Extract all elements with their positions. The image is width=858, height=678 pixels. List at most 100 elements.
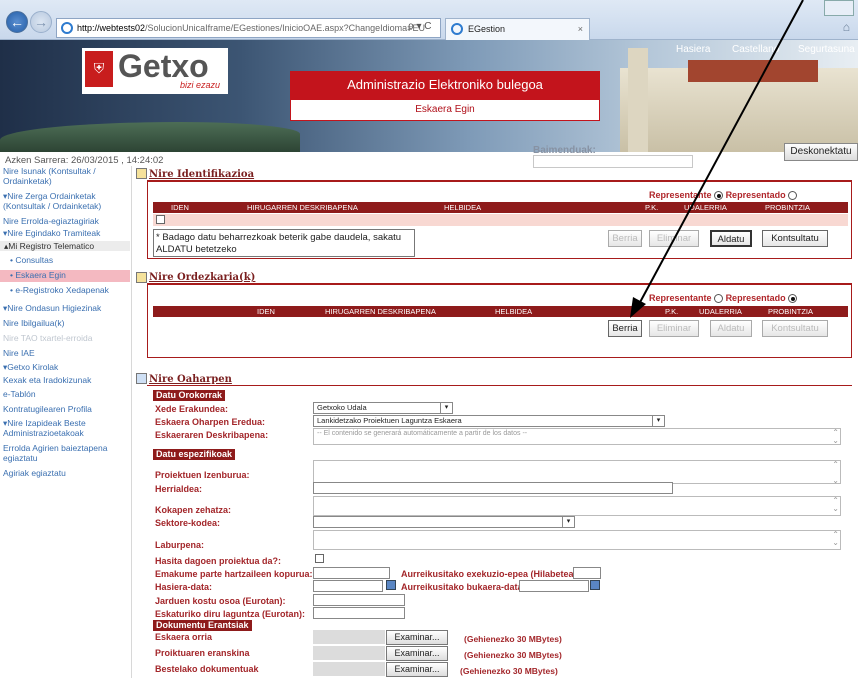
identification-eliminar-button[interactable]: Eliminar (649, 230, 699, 247)
col-hirugarren-2: HIRUGARREN DESKRIBAPENA (325, 307, 436, 316)
sidebar-item-agiriak[interactable]: Agiriak egiaztatu (3, 468, 129, 478)
getxo-logo[interactable]: ⛨ Getxo bizi ezazu (82, 48, 228, 94)
exec-label: Aurreikusitako exekuzio-epea (Hilabeteak… (401, 569, 585, 579)
nav-hasiera[interactable]: Hasiera (676, 44, 710, 55)
sidebar-item-ibilgailua[interactable]: Nire Ibilgailua(k) (3, 318, 129, 328)
project-title-textarea[interactable]: ⌃ ⌄ (313, 460, 841, 485)
identification-rep-options: Representante Representado (649, 190, 798, 201)
sidebar-item-errolda-agiriak[interactable]: Errolda Agirien baieztapena egiaztatu (3, 443, 129, 463)
address-bar[interactable]: http://webtests02/SolucionUnicaIframe/EG… (56, 18, 441, 38)
sidebar-item-registro[interactable]: ▴Mi Registro Telematico (0, 241, 130, 251)
sidebar-item-consultas[interactable]: • Consultas (10, 255, 136, 265)
banner-roof (688, 60, 818, 82)
sidebar-item-tramiteak[interactable]: ▾Nire Egindako Tramiteak (3, 228, 129, 238)
col-udalerria-2: UDALERRIA (699, 307, 742, 316)
project-title-label: Proiektuen Izenburua: (155, 470, 250, 480)
model-select[interactable]: Lankidetzako Proiektuen Laguntza Eskaera… (313, 415, 665, 427)
forward-button[interactable]: → (30, 11, 52, 33)
nav-castellano[interactable]: Castellano (732, 44, 779, 55)
herrialdea-input[interactable] (313, 482, 673, 494)
doc-browse-button-2[interactable]: Examinar... (386, 646, 448, 661)
home-icon[interactable]: ⌂ (843, 20, 850, 34)
tab-title: EGestion (468, 24, 506, 34)
identification-kontsultatu-button[interactable]: Kontsultatu (762, 230, 828, 247)
bukaera-label: Aurreikusitako bukaera-data: (401, 582, 526, 592)
doc-note-2: (Gehienezko 30 MBytes) (464, 650, 562, 660)
representative-berria-button[interactable]: Berria (608, 320, 642, 337)
representado-radio[interactable] (788, 191, 798, 201)
page-subtitle: Eskaera Egin (290, 99, 600, 121)
col-udalerria: UDALERRIA (684, 203, 727, 212)
hasiera-label: Hasiera-data: (155, 582, 213, 592)
specific-data-head: Datu espezifikoak (153, 449, 236, 460)
doc-browse-button-3[interactable]: Examinar... (386, 662, 448, 677)
sidebar-divider (131, 166, 132, 678)
sidebar-item-tao[interactable]: Nire TAO txartel-erroida (3, 333, 129, 343)
scroll-arrows-icon[interactable]: ⌃ ⌄ (832, 497, 839, 513)
doc-file-field-2[interactable] (313, 646, 385, 660)
col-probintzia-2: PROBINTZIA (768, 307, 814, 316)
nav-segurtasuna[interactable]: Segurtasuna (798, 44, 855, 55)
representado-radio-2[interactable] (788, 294, 798, 304)
sidebar-item-errolda[interactable]: Nire Errolda-egiaztagiriak (3, 216, 129, 226)
eskatutako-input[interactable] (313, 607, 405, 619)
banner-hill (0, 122, 300, 152)
representative-rep-options: Representante Representado (649, 293, 798, 304)
sidebar-item-iae[interactable]: Nire IAE (3, 348, 129, 358)
representative-eliminar-button[interactable]: Eliminar (649, 320, 699, 337)
sidebar-item-xedapenak[interactable]: • e-Registroko Xedapenak (10, 285, 136, 295)
sektore-select[interactable]: ▾ (313, 516, 575, 528)
logo-tagline: bizi ezazu (180, 80, 221, 90)
sidebar-item-izapideak[interactable]: ▾Nire Izapideak Beste Administrazioetako… (3, 418, 129, 438)
emakume-input[interactable] (313, 567, 390, 579)
calendar-icon[interactable] (386, 580, 396, 590)
doc-file-field-1[interactable] (313, 630, 385, 644)
jarduen-input[interactable] (313, 594, 405, 606)
sidebar-item-kontratugile[interactable]: Kontratugilearen Profila (3, 404, 129, 414)
tab-close-icon[interactable]: × (578, 19, 583, 39)
disconnect-button[interactable]: Deskonektatu (784, 143, 858, 161)
shield-icon: ⛨ (85, 51, 113, 87)
address-controls[interactable]: ρ ▾ C (408, 18, 432, 36)
identification-row-checkbox[interactable] (156, 215, 165, 224)
kokapen-textarea[interactable]: ⌃ ⌄ (313, 496, 841, 516)
scroll-arrows-icon[interactable]: ⌃ ⌄ (832, 531, 839, 547)
hasiera-input[interactable] (313, 580, 383, 592)
identification-row[interactable] (153, 214, 848, 226)
receiving-select[interactable]: Getxoko Udala ▾ (313, 402, 453, 414)
sidebar: Nire Isunak (Kontsultak / Ordainketak) ▾… (0, 166, 130, 678)
browser-tab[interactable]: EGestion × (445, 18, 590, 40)
description-textarea[interactable]: -- El contenido se generará automáticame… (313, 428, 841, 445)
back-button[interactable]: ← (6, 11, 28, 33)
bukaera-input[interactable] (519, 580, 589, 592)
calendar-icon[interactable] (590, 580, 600, 590)
receiving-value: Getxoko Udala (317, 403, 367, 412)
kokapen-label: Kokapen zehatza: (155, 505, 232, 515)
sidebar-item-zerga[interactable]: ▾Nire Zerga Ordainketak (Kontsultak / Or… (3, 191, 129, 211)
doc-file-field-3[interactable] (313, 662, 385, 676)
documents-head: Dokumentu Erantsiak (153, 620, 252, 631)
hasita-checkbox[interactable] (315, 554, 324, 563)
sektore-label: Sektore-kodea: (155, 518, 221, 528)
sidebar-item-isunak[interactable]: Nire Isunak (Kontsultak / Ordainketak) (3, 166, 129, 186)
laburpena-textarea[interactable]: ⌃ ⌄ (313, 530, 841, 550)
representante-radio[interactable] (714, 191, 724, 201)
sidebar-item-etablon[interactable]: e-Tablón (3, 389, 129, 399)
sidebar-item-kirolak[interactable]: ▾Getxo Kirolak (3, 362, 129, 372)
receiving-label: Xede Erakundea: (155, 404, 229, 414)
identification-berria-button[interactable]: Berria (608, 230, 642, 247)
exec-input[interactable] (573, 567, 601, 579)
representante-radio-2[interactable] (714, 294, 724, 304)
representative-aldatu-button[interactable]: Aldatu (710, 320, 752, 337)
representative-kontsultatu-button[interactable]: Kontsultatu (762, 320, 828, 337)
baimenduak-select[interactable] (533, 155, 693, 168)
scroll-arrows-icon[interactable]: ⌃ ⌄ (832, 461, 839, 485)
identification-aldatu-button[interactable]: Aldatu (710, 230, 752, 247)
scroll-arrows-icon[interactable]: ⌃ ⌄ (832, 429, 839, 445)
col-helbidea-2: HELBIDEA (495, 307, 533, 316)
sidebar-item-kexak[interactable]: Kexak eta Iradokizunak (3, 375, 129, 385)
sidebar-item-ondasun[interactable]: ▾Nire Ondasun Higiezinak (3, 303, 129, 313)
sidebar-item-eskaera-egin[interactable]: • Eskaera Egin (0, 270, 130, 282)
doc-browse-button-1[interactable]: Examinar... (386, 630, 448, 645)
window-buttons[interactable] (824, 0, 854, 16)
